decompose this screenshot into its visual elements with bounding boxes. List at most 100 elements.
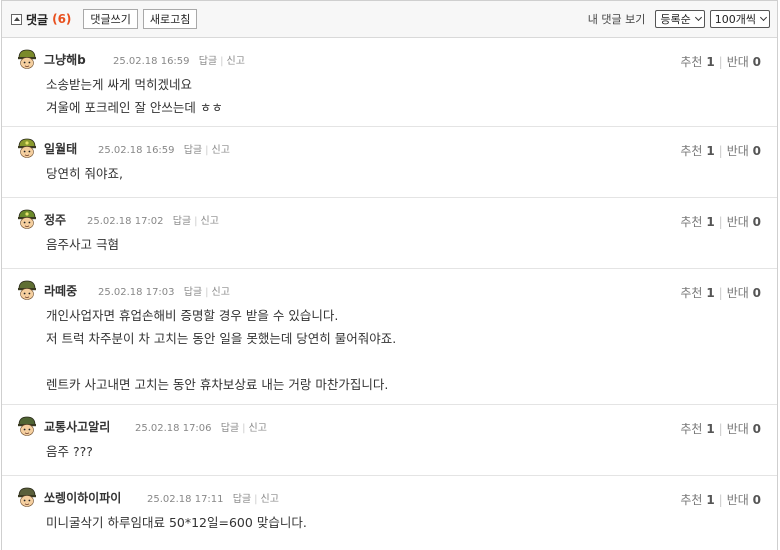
oppose-count: 0 [752, 55, 761, 69]
reply-link[interactable]: 답글 [199, 56, 217, 67]
comment-meta: 25.02.18 16:59 답글 | 신고 [98, 145, 230, 156]
recommend-button[interactable]: 추천 1 [680, 55, 714, 69]
my-comments-link[interactable]: 내 댓글 보기 [588, 11, 646, 27]
comment-text-line: 음주사고 극혐 [46, 237, 119, 252]
comment-item: 교통사고알리 25.02.18 17:06 답글 | 신고 추천 1 | 반대 0 음주 ??… [2, 405, 777, 476]
recommend-label: 추천 [680, 215, 703, 229]
oppose-count: 0 [752, 286, 761, 300]
report-link[interactable]: 신고 [212, 145, 230, 156]
comment-section: 댓글 (6) 댓글쓰기 새로고침 내 댓글 보기 등록순 100개씩 그냥해b 2… [1, 0, 778, 550]
vote-box: 추천 1 | 반대 0 [680, 286, 761, 300]
comment-author[interactable]: 쏘렝이하이파이 [44, 489, 121, 506]
write-comment-button[interactable]: 댓글쓰기 [83, 9, 138, 29]
comment-body: 음주사고 극혐 [46, 233, 119, 256]
reply-link[interactable]: 답글 [221, 423, 239, 434]
report-link[interactable]: 신고 [261, 494, 279, 505]
comment-meta: 25.02.18 16:59 답글 | 신고 [113, 56, 245, 67]
comment-timestamp: 25.02.18 17:06 [135, 423, 212, 434]
recommend-count: 1 [706, 144, 715, 158]
comment-author[interactable]: 그냥해b [44, 51, 86, 68]
oppose-button[interactable]: 반대 0 [727, 422, 761, 436]
collapse-toggle-icon[interactable] [11, 13, 22, 25]
recommend-count: 1 [706, 215, 715, 229]
avatar-icon[interactable] [16, 48, 38, 70]
comment-text-line [46, 350, 396, 373]
oppose-button[interactable]: 반대 0 [727, 493, 761, 507]
vote-box: 추천 1 | 반대 0 [680, 215, 761, 229]
comment-text-line: 당연히 줘야죠, [46, 166, 123, 181]
oppose-label: 반대 [726, 422, 749, 436]
comment-timestamp: 25.02.18 17:11 [147, 494, 224, 505]
avatar-icon[interactable] [16, 415, 38, 437]
comment-meta: 25.02.18 17:02 답글 | 신고 [87, 216, 219, 227]
comment-count: (6) [52, 12, 72, 26]
comment-body: 미니굴삭기 하루임대료 50*12일=600 맞습니다. [46, 511, 307, 534]
sort-select[interactable]: 등록순 [655, 10, 705, 28]
report-link[interactable]: 신고 [249, 423, 267, 434]
recommend-button[interactable]: 추천 1 [680, 422, 714, 436]
avatar-icon[interactable] [16, 279, 38, 301]
vote-box: 추천 1 | 반대 0 [680, 144, 761, 158]
oppose-label: 반대 [726, 144, 749, 158]
comment-author[interactable]: 라떼중 [44, 282, 77, 299]
refresh-button[interactable]: 새로고침 [142, 9, 198, 29]
chevron-down-icon [694, 13, 702, 22]
oppose-label: 반대 [726, 215, 749, 229]
recommend-button[interactable]: 추천 1 [680, 493, 714, 507]
comment-meta: 25.02.18 17:03 답글 | 신고 [98, 287, 230, 298]
recommend-label: 추천 [680, 144, 703, 158]
reply-link[interactable]: 답글 [184, 287, 202, 298]
vote-box: 추천 1 | 반대 0 [680, 55, 761, 69]
oppose-count: 0 [752, 215, 761, 229]
comment-author[interactable]: 교통사고알리 [44, 418, 110, 435]
sort-select-value: 등록순 [660, 13, 691, 26]
reply-link[interactable]: 답글 [173, 216, 191, 227]
comment-item: 라떼중 25.02.18 17:03 답글 | 신고 추천 1 | 반대 0 개인사업자면 휴… [2, 269, 777, 405]
avatar-icon[interactable] [16, 137, 38, 159]
recommend-button[interactable]: 추천 1 [680, 286, 714, 300]
oppose-button[interactable]: 반대 0 [727, 144, 761, 158]
comment-body: 음주 ??? [46, 440, 93, 463]
comment-body: 당연히 줘야죠, [46, 162, 123, 185]
avatar-icon[interactable] [16, 208, 38, 230]
recommend-label: 추천 [680, 422, 703, 436]
comment-timestamp: 25.02.18 17:02 [87, 216, 164, 227]
vote-box: 추천 1 | 반대 0 [680, 493, 761, 507]
reply-link[interactable]: 답글 [233, 494, 251, 505]
report-link[interactable]: 신고 [201, 216, 219, 227]
recommend-button[interactable]: 추천 1 [680, 215, 714, 229]
comment-body: 소송받는게 싸게 먹히겠네요 겨울에 포크레인 잘 안쓰는데 ㅎㅎ [46, 73, 223, 119]
comment-meta: 25.02.18 17:11 답글 | 신고 [147, 494, 279, 505]
comment-header: 댓글 (6) 댓글쓰기 새로고침 내 댓글 보기 등록순 100개씩 [2, 1, 777, 38]
avatar-icon[interactable] [16, 486, 38, 508]
chevron-down-icon [759, 13, 768, 22]
comment-author[interactable]: 일월태 [44, 140, 77, 157]
comment-author[interactable]: 정주 [44, 211, 66, 228]
oppose-label: 반대 [726, 286, 749, 300]
comment-item: 정주 25.02.18 17:02 답글 | 신고 추천 1 | 반대 0 음주사고 극혐 [2, 198, 777, 269]
report-link[interactable]: 신고 [227, 56, 245, 67]
oppose-button[interactable]: 반대 0 [727, 55, 761, 69]
vote-box: 추천 1 | 반대 0 [680, 422, 761, 436]
recommend-count: 1 [706, 286, 715, 300]
comment-text-line: 미니굴삭기 하루임대료 50*12일=600 맞습니다. [46, 515, 307, 530]
recommend-count: 1 [706, 422, 715, 436]
comment-title: 댓글 [26, 12, 49, 27]
comment-item: 일월태 25.02.18 16:59 답글 | 신고 추천 1 | 반대 0 당연히 줘야죠, [2, 127, 777, 198]
recommend-label: 추천 [680, 55, 703, 69]
recommend-count: 1 [706, 55, 715, 69]
comment-text-line: 소송받는게 싸게 먹히겠네요 [46, 77, 192, 92]
comment-text-line: 개인사업자면 휴업손해비 증명할 경우 받을 수 있습니다. [46, 308, 339, 323]
comment-body: 개인사업자면 휴업손해비 증명할 경우 받을 수 있습니다. 저 트럭 차주분이 … [46, 304, 396, 396]
oppose-button[interactable]: 반대 0 [727, 215, 761, 229]
report-link[interactable]: 신고 [212, 287, 230, 298]
reply-link[interactable]: 답글 [184, 145, 202, 156]
recommend-label: 추천 [680, 493, 703, 507]
recommend-button[interactable]: 추천 1 [680, 144, 714, 158]
comment-text-line: 렌트카 사고내면 고치는 동안 휴차보상료 내는 거랑 마찬가집니다. [46, 377, 389, 392]
per-page-select[interactable]: 100개씩 [709, 10, 770, 28]
comment-item: 쏘렝이하이파이 25.02.18 17:11 답글 | 신고 추천 1 | 반대 0 미니굴삭… [2, 476, 777, 550]
oppose-button[interactable]: 반대 0 [727, 286, 761, 300]
oppose-count: 0 [752, 144, 761, 158]
oppose-label: 반대 [726, 55, 749, 69]
